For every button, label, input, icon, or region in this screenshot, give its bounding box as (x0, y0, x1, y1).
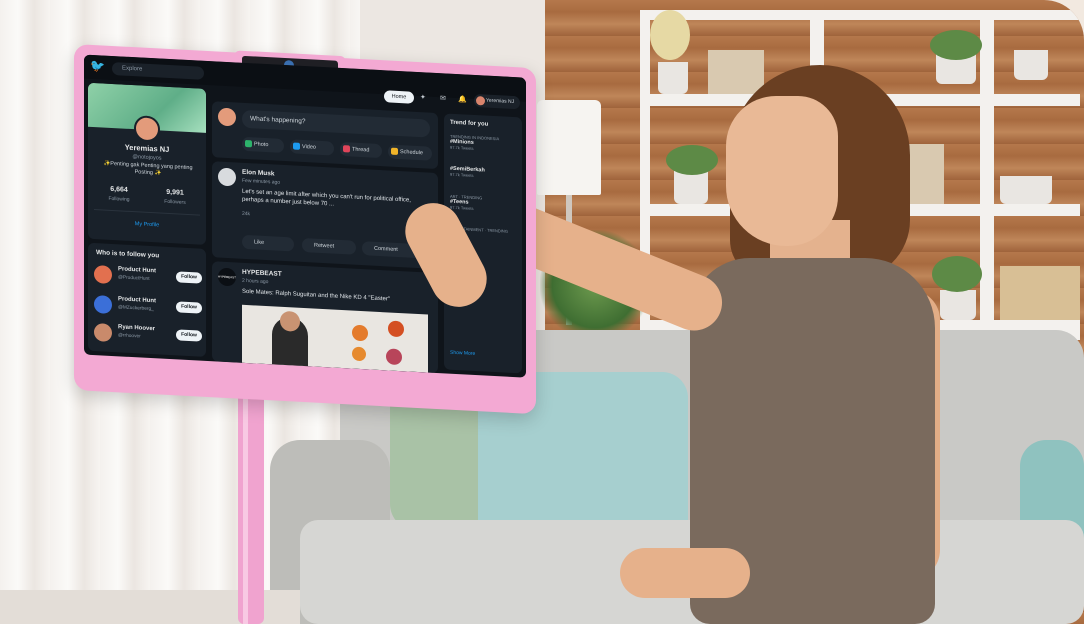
trend-item[interactable]: #SemiBerkah 97.7k Tweets (450, 166, 520, 181)
tweet-author[interactable]: HYPEBEAST (242, 269, 282, 278)
trends-title: Trend for you (450, 119, 489, 128)
comment-label: Comment (374, 245, 398, 253)
profile-avatar[interactable] (134, 115, 160, 143)
plant (932, 256, 982, 292)
tweet[interactable]: HYPEBEAST HYPEBEAST 2 hours ago Sole Mat… (212, 261, 438, 374)
video-icon (293, 142, 300, 150)
tweet-time: 2 hours ago (242, 277, 269, 286)
wooden-box (1000, 266, 1080, 320)
basketball (352, 346, 366, 362)
follow-suggestion: Ryan Hoover @rrhoover Follow (94, 321, 202, 351)
followers-count: 9,991 (166, 188, 184, 197)
plant (666, 145, 718, 175)
suggestion-name: Product Hunt (118, 266, 156, 275)
lamp-shade (537, 100, 601, 195)
trend-item[interactable]: TRENDING IN INDONESIA #Minions 97.7k Twe… (450, 134, 520, 154)
suggestion-handle: @ProductHunt (118, 275, 150, 282)
tweet[interactable]: Elon Musk Few minutes ago Let's set an a… (212, 161, 438, 270)
suggestion-handle: @rrhoover (118, 333, 141, 340)
woman-face (726, 96, 838, 246)
books (708, 50, 764, 94)
basketball (386, 348, 402, 366)
explore-icon[interactable]: ✦ (420, 94, 428, 102)
avatar[interactable] (94, 265, 112, 284)
tweet-composer: What's happening? Photo Video Thread Sch… (212, 101, 438, 170)
user-name: Yeremias NJ (486, 97, 515, 106)
basketball (388, 320, 404, 338)
photo-label: Photo (254, 141, 269, 149)
profile-card: Yeremias NJ @notojoyos ✨Penting gak Pent… (88, 82, 206, 245)
messages-icon[interactable]: ✉ (440, 95, 448, 103)
plant (930, 30, 982, 60)
trend-item[interactable]: ART · TRENDING #Teens 97.7k Tweets (450, 194, 520, 214)
shelf-post (980, 10, 994, 340)
follow-button[interactable]: Follow (176, 271, 202, 284)
avatar[interactable] (94, 323, 112, 342)
follow-suggestion: Product Hunt @MZuckerberg_ Follow (94, 293, 202, 323)
photo-icon (245, 139, 252, 148)
follow-button[interactable]: Follow (176, 329, 202, 342)
like-button[interactable]: Like (242, 234, 294, 252)
schedule-label: Schedule (400, 149, 423, 157)
hypebeast-logo[interactable]: HYPEBEAST (218, 267, 236, 287)
who-to-follow-card: Who is to follow you Product Hunt @Produ… (88, 242, 206, 357)
photo-button[interactable]: Photo (242, 136, 284, 154)
nav-home[interactable]: Home (384, 90, 414, 104)
vase (658, 62, 688, 94)
retweet-label: Retweet (314, 242, 335, 250)
monitor-stand (238, 380, 264, 624)
like-label: Like (254, 239, 265, 246)
follow-suggestion: Product Hunt @ProductHunt Follow (94, 263, 202, 293)
twitter-screen: 🐦 Explore Home ✦ ✉ 🔔 Yeremias NJ Yeremia… (84, 54, 526, 378)
tweet-time: Few minutes ago (242, 177, 281, 186)
avatar[interactable] (218, 167, 236, 187)
profile-bio: ✨Penting gak Penting yang penting Postin… (103, 160, 193, 177)
avatar (218, 107, 236, 127)
plant-pot (1014, 50, 1048, 80)
plant-pot (940, 290, 976, 320)
flowers (650, 10, 690, 60)
woman-hand (620, 548, 750, 598)
following-label: Following (108, 195, 130, 203)
my-profile-link[interactable]: My Profile (88, 219, 206, 231)
avatar[interactable] (94, 295, 112, 314)
stand-highlight (243, 390, 248, 624)
jars (1000, 176, 1052, 204)
retweet-button[interactable]: Retweet (302, 237, 356, 255)
video-label: Video (302, 143, 316, 151)
touch-monitor: 🐦 Explore Home ✦ ✉ 🔔 Yeremias NJ Yeremia… (74, 44, 536, 415)
schedule-icon (391, 147, 398, 155)
user-menu[interactable]: Yeremias NJ (474, 93, 520, 110)
tweet-text: Let's set an age limit after which you c… (242, 188, 411, 208)
followers-label: Followers (164, 198, 186, 206)
show-more-link[interactable]: Show More (450, 350, 475, 357)
thread-icon (343, 145, 350, 153)
suggestion-handle: @MZuckerberg_ (118, 305, 154, 313)
suggestion-name: Product Hunt (118, 296, 156, 305)
thread-button[interactable]: Thread (340, 141, 382, 159)
who-to-follow-title: Who is to follow you (96, 249, 160, 260)
notifications-icon[interactable]: 🔔 (458, 96, 467, 104)
tweet-input[interactable]: What's happening? (242, 109, 430, 138)
following-count: 6,664 (110, 185, 128, 194)
suggestion-name: Ryan Hoover (118, 324, 156, 333)
avatar (476, 96, 485, 106)
tweet-image[interactable] (242, 304, 428, 373)
video-button[interactable]: Video (290, 139, 334, 156)
basketball (352, 324, 368, 342)
person-face (280, 310, 300, 332)
like-count: 24k (242, 210, 251, 218)
living-room-scene: 🐦 Explore Home ✦ ✉ 🔔 Yeremias NJ Yeremia… (0, 0, 1084, 624)
tweet-text: Sole Mates: Ralph Suguitan and the Nike … (242, 288, 391, 303)
twitter-bird-icon[interactable]: 🐦 (90, 59, 105, 74)
divider (94, 209, 200, 216)
tweet-author[interactable]: Elon Musk (242, 169, 275, 178)
thread-label: Thread (352, 146, 370, 154)
schedule-button[interactable]: Schedule (388, 144, 432, 161)
follow-button[interactable]: Follow (176, 301, 202, 314)
